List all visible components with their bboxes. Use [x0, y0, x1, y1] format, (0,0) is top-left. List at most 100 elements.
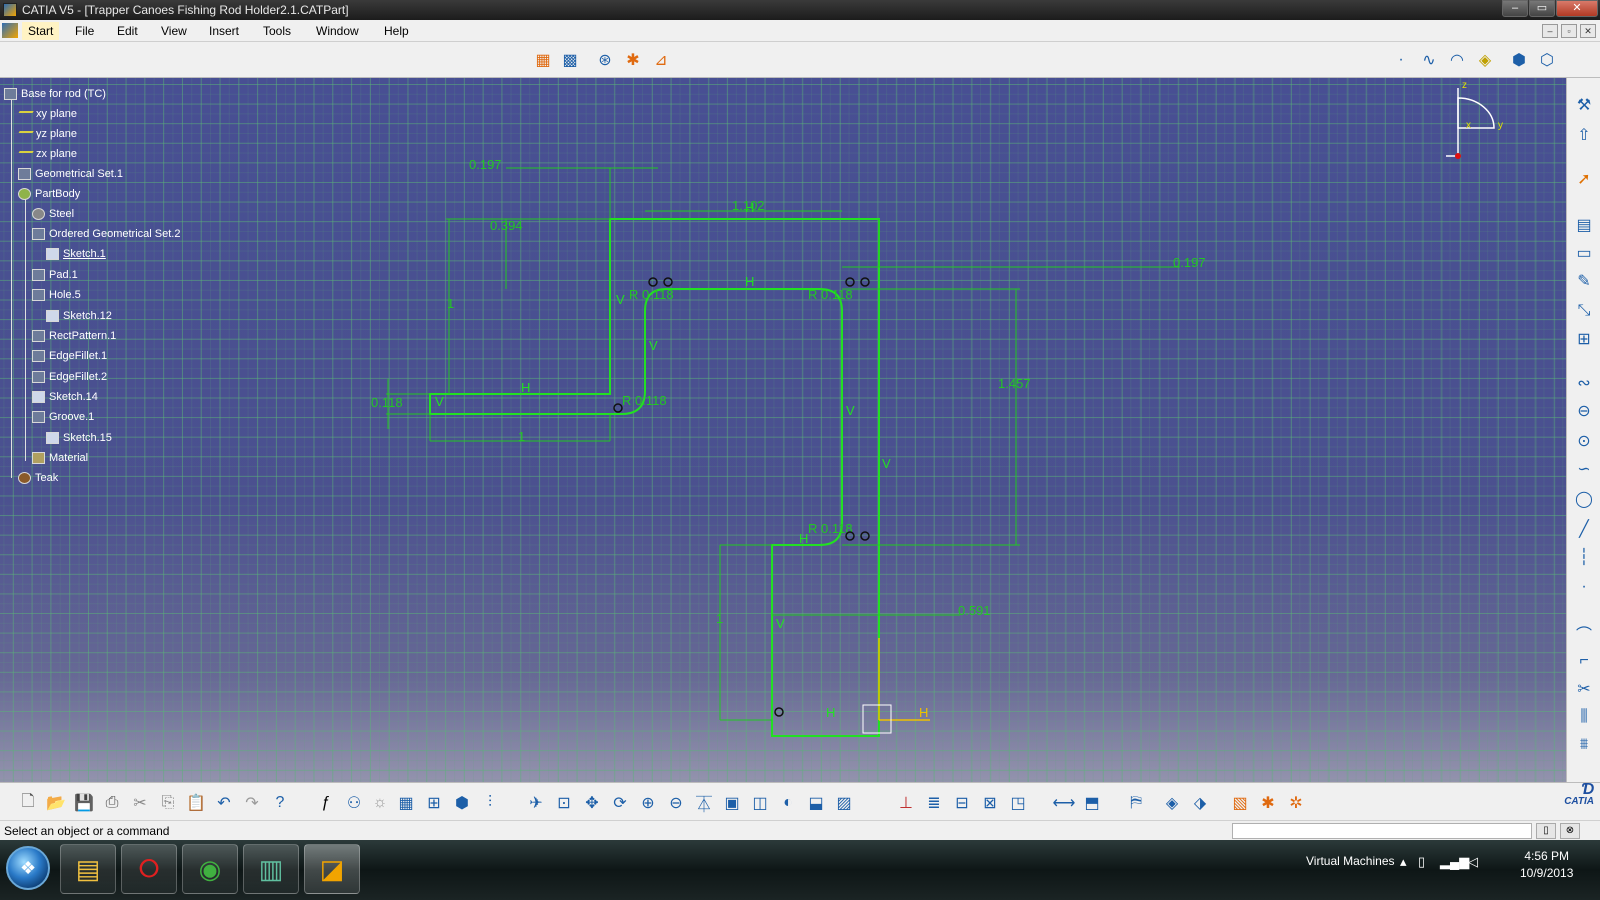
- measure-icon[interactable]: ◈: [1474, 49, 1496, 71]
- circle-icon[interactable]: ⊙: [1572, 430, 1596, 452]
- menu-help[interactable]: Help: [384, 24, 409, 38]
- profile-icon[interactable]: ▤: [1572, 214, 1596, 236]
- dimensional-constraints-icon[interactable]: ✱: [622, 49, 644, 71]
- project-icon[interactable]: ⊞: [1572, 328, 1596, 350]
- snap-icon[interactable]: ▧: [1228, 791, 1252, 815]
- trim-icon[interactable]: ✂: [1572, 678, 1596, 700]
- axis-icon[interactable]: ┆: [1572, 546, 1596, 568]
- exit-workbench-icon[interactable]: ⇧: [1572, 124, 1596, 146]
- measure-icon[interactable]: ◳: [1006, 791, 1030, 815]
- doc-minimize-button[interactable]: –: [1542, 24, 1558, 38]
- chrome-taskbar-button[interactable]: ◉: [182, 844, 238, 894]
- tree-expand-icon[interactable]: ⊟: [950, 791, 974, 815]
- view-mode-icon[interactable]: ◫: [748, 791, 772, 815]
- rotate-icon[interactable]: ⟳: [608, 791, 632, 815]
- menu-insert[interactable]: Insert: [209, 24, 239, 38]
- environment-icon[interactable]: ⬗: [1188, 791, 1212, 815]
- stop-command-icon[interactable]: ⊗: [1560, 823, 1580, 839]
- zoom-out-icon[interactable]: ⊖: [664, 791, 688, 815]
- device-icon[interactable]: ▯: [1418, 854, 1425, 870]
- menu-start[interactable]: Start: [22, 22, 60, 40]
- fit-all-icon[interactable]: ⊡: [552, 791, 576, 815]
- doc-close-button[interactable]: ✕: [1580, 24, 1596, 38]
- curve-icon[interactable]: ∽: [1572, 458, 1596, 480]
- zoom-in-icon[interactable]: ⊕: [636, 791, 660, 815]
- geometrical-constraints-icon[interactable]: ⊛: [594, 49, 616, 71]
- lights-icon[interactable]: ◈: [1160, 791, 1184, 815]
- pan-icon[interactable]: ✥: [580, 791, 604, 815]
- stop-command-button[interactable]: ▯: [1536, 823, 1556, 839]
- menu-tools[interactable]: Tools: [263, 24, 291, 38]
- oblong-icon[interactable]: ⊖: [1572, 400, 1596, 422]
- transform-icon[interactable]: ⤡: [1572, 300, 1596, 322]
- construction-geometry-icon[interactable]: ▩: [559, 49, 581, 71]
- catalog-icon[interactable]: ⊞: [422, 791, 446, 815]
- doc-restore-button[interactable]: ▫: [1561, 24, 1577, 38]
- corner-icon[interactable]: ⌒: [1572, 622, 1596, 644]
- power-input-field[interactable]: [1232, 823, 1532, 839]
- point-icon[interactable]: ·: [1572, 576, 1596, 598]
- catia-app-icon[interactable]: [3, 3, 17, 17]
- auto-constraint-icon[interactable]: ⊿: [650, 49, 672, 71]
- maximize-button[interactable]: ▭: [1529, 0, 1555, 17]
- open-icon[interactable]: 📂: [44, 791, 68, 815]
- constraint-icon[interactable]: ⊥: [894, 791, 918, 815]
- light-bulb-icon[interactable]: ☼: [368, 791, 392, 815]
- mirror-icon[interactable]: ⫼: [1572, 706, 1596, 728]
- undo-icon[interactable]: ↶: [212, 791, 236, 815]
- show-hidden-icons-icon[interactable]: ▴: [1400, 854, 1407, 870]
- apply-material-icon[interactable]: ⛿: [1124, 791, 1148, 815]
- geometry-viewport[interactable]: Base for rod (TC) xy plane yz plane zx p…: [0, 78, 1566, 782]
- point-icon[interactable]: ·: [1390, 49, 1412, 71]
- volume-icon[interactable]: ◁: [1468, 854, 1478, 870]
- fly-mode-icon[interactable]: ✈: [524, 791, 548, 815]
- cutting-element-icon[interactable]: ✱: [1256, 791, 1280, 815]
- select-icon[interactable]: ➚: [1572, 168, 1596, 190]
- paste-icon[interactable]: 📋: [184, 791, 208, 815]
- spline-icon[interactable]: ∾: [1572, 372, 1596, 394]
- whats-this-icon[interactable]: ?: [268, 791, 292, 815]
- measure-between-icon[interactable]: ⟷: [1052, 791, 1076, 815]
- formula-icon[interactable]: ƒ: [314, 791, 338, 815]
- render-icon[interactable]: ▨: [832, 791, 856, 815]
- swap-visible-icon[interactable]: ⬓: [804, 791, 828, 815]
- sketch-workbench-icon[interactable]: ⚒: [1572, 94, 1596, 116]
- chamfer-icon[interactable]: ⌐: [1572, 650, 1596, 672]
- line-icon[interactable]: ╱: [1572, 518, 1596, 540]
- opera-taskbar-button[interactable]: ⭘: [121, 844, 177, 894]
- redo-icon[interactable]: ↷: [240, 791, 264, 815]
- surface-icon[interactable]: ◠: [1446, 49, 1468, 71]
- quick-view-icon[interactable]: ▣: [720, 791, 744, 815]
- catia-taskbar-button[interactable]: ◪: [304, 844, 360, 894]
- tray-toolbar-label[interactable]: Virtual Machines: [1306, 854, 1395, 868]
- render-style-icon[interactable]: ⬡: [1536, 49, 1558, 71]
- hide-show-icon[interactable]: ◐: [776, 791, 800, 815]
- menu-file[interactable]: File: [75, 24, 94, 38]
- system-clock[interactable]: 4:56 PM 10/9/2013: [1520, 848, 1573, 882]
- print-icon[interactable]: ⎙: [100, 791, 124, 815]
- compass-icon[interactable]: z y x: [1446, 80, 1506, 160]
- tree-collapse-icon[interactable]: ⊠: [978, 791, 1002, 815]
- minimize-button[interactable]: –: [1502, 0, 1528, 17]
- archive-taskbar-button[interactable]: ▥: [243, 844, 299, 894]
- part-design-icon[interactable]: ⬢: [450, 791, 474, 815]
- sketch-drawing[interactable]: V V V V V V H H H H H H 0.197 1.102 0.39…: [0, 78, 1566, 782]
- explorer-taskbar-button[interactable]: ▤: [60, 844, 116, 894]
- analysis-icon[interactable]: ⫶: [478, 791, 502, 815]
- menu-view[interactable]: View: [161, 24, 187, 38]
- cut-icon[interactable]: ✂: [128, 791, 152, 815]
- measure-item-icon[interactable]: ⬒: [1080, 791, 1104, 815]
- catia-menu-icon[interactable]: [2, 23, 18, 38]
- sketch-view-icon[interactable]: ⬢: [1508, 49, 1530, 71]
- start-button[interactable]: ❖: [6, 846, 50, 890]
- auto-dimension-icon[interactable]: ✲: [1284, 791, 1308, 815]
- table-icon[interactable]: ▦: [394, 791, 418, 815]
- menu-window[interactable]: Window: [316, 24, 359, 38]
- network-signal-icon[interactable]: ▂▄▆: [1440, 854, 1469, 870]
- new-icon[interactable]: 🗋: [16, 791, 40, 815]
- save-icon[interactable]: 💾: [72, 791, 96, 815]
- edit-icon[interactable]: ✎: [1572, 270, 1596, 292]
- ellipse-icon[interactable]: ◯: [1572, 488, 1596, 510]
- rectangle-icon[interactable]: ▭: [1572, 242, 1596, 264]
- menu-edit[interactable]: Edit: [117, 24, 138, 38]
